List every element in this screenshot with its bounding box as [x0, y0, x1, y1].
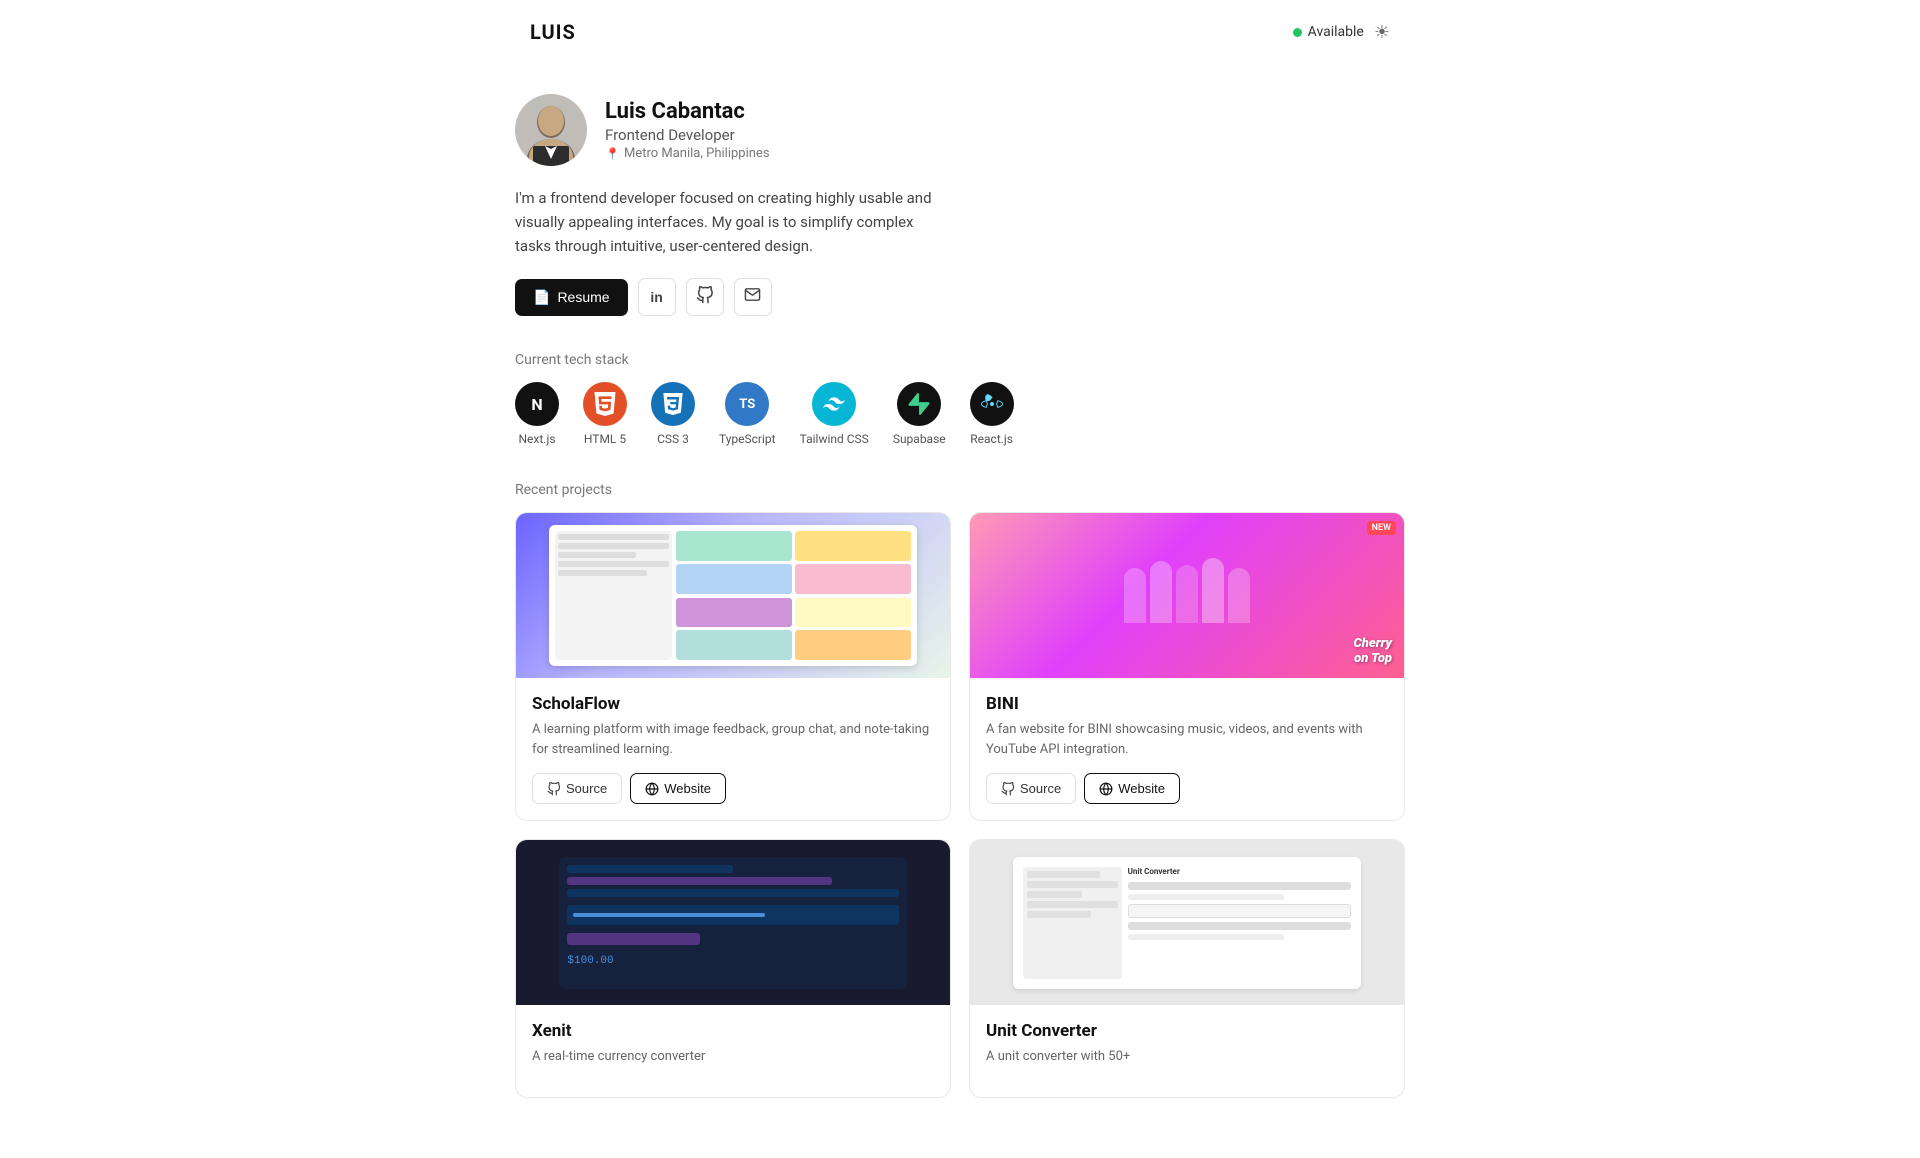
- nextjs-label: Next.js: [518, 432, 555, 446]
- css3-icon: [651, 382, 695, 426]
- css3-label: CSS 3: [657, 432, 689, 446]
- project-desc-unitconv: A unit converter with 50+: [986, 1047, 1388, 1067]
- document-icon: 📄: [533, 289, 550, 306]
- project-thumb-bini: Cherryon Top NEW: [970, 513, 1404, 678]
- project-body-bini: BINI A fan website for BINI showcasing m…: [970, 678, 1404, 820]
- tech-item-typescript: TS TypeScript: [719, 382, 776, 446]
- project-title-xenit: Xenit: [532, 1021, 934, 1041]
- projects-label: Recent projects: [515, 482, 1405, 498]
- github-button[interactable]: [686, 278, 724, 316]
- available-dot: [1293, 28, 1302, 37]
- bio-text: I'm a frontend developer focused on crea…: [515, 186, 935, 258]
- project-thumb-unitconv: Unit Converter: [970, 840, 1404, 1005]
- scholaflow-website-label: Website: [664, 781, 711, 796]
- profile-info: Luis Cabantac Frontend Developer 📍 Metro…: [605, 99, 770, 161]
- project-body-scholaflow: ScholaFlow A learning platform with imag…: [516, 678, 950, 820]
- action-row: 📄 Resume in: [515, 278, 1405, 316]
- availability-status: Available: [1293, 24, 1364, 40]
- github-small-icon: [547, 782, 561, 796]
- supabase-label: Supabase: [893, 432, 946, 446]
- project-desc-xenit: A real-time currency converter: [532, 1047, 934, 1067]
- reactjs-label: React.js: [970, 432, 1013, 446]
- theme-toggle-button[interactable]: ☀: [1374, 22, 1390, 43]
- supabase-icon: [897, 382, 941, 426]
- project-thumb-scholaflow: [516, 513, 950, 678]
- typescript-icon: TS: [725, 382, 769, 426]
- project-card-bini: Cherryon Top NEW BINI A fan website for …: [969, 512, 1405, 821]
- bini-source-label: Source: [1020, 781, 1061, 796]
- tech-stack-row: N Next.js HTML 5 CSS 3 TS: [515, 382, 1405, 446]
- project-card-xenit: $100.00 Xenit A real-time currency conve…: [515, 839, 951, 1098]
- availability-label: Available: [1308, 24, 1364, 40]
- tech-stack-label: Current tech stack: [515, 352, 1405, 368]
- resume-label: Resume: [557, 289, 609, 305]
- project-card-unitconv: Unit Converter Unit Converter A unit con…: [969, 839, 1405, 1098]
- email-button[interactable]: [734, 278, 772, 316]
- tech-item-css3: CSS 3: [651, 382, 695, 446]
- unitconv-content: Unit Converter: [1128, 867, 1351, 979]
- unitconv-inner: Unit Converter: [1013, 857, 1360, 989]
- thumb-left: [555, 531, 673, 659]
- project-card-scholaflow: ScholaFlow A learning platform with imag…: [515, 512, 951, 821]
- tech-stack-section: Current tech stack N Next.js HTML 5: [515, 352, 1405, 446]
- top-nav: LUIS Available ☀: [0, 0, 1920, 64]
- tailwind-icon: [812, 382, 856, 426]
- project-desc-bini: A fan website for BINI showcasing music,…: [986, 720, 1388, 759]
- profile-section: Luis Cabantac Frontend Developer 📍 Metro…: [515, 94, 1405, 166]
- tech-item-html5: HTML 5: [583, 382, 627, 446]
- github-icon: [696, 286, 714, 309]
- xenit-inner: $100.00: [559, 857, 906, 989]
- linkedin-button[interactable]: in: [638, 278, 676, 316]
- project-actions-bini: Source Website: [986, 773, 1388, 804]
- nextjs-icon: N: [515, 382, 559, 426]
- typescript-label: TypeScript: [719, 432, 776, 446]
- tech-item-nextjs: N Next.js: [515, 382, 559, 446]
- projects-grid: ScholaFlow A learning platform with imag…: [515, 512, 1405, 1098]
- resume-button[interactable]: 📄 Resume: [515, 279, 628, 316]
- project-title-unitconv: Unit Converter: [986, 1021, 1388, 1041]
- main-content: Luis Cabantac Frontend Developer 📍 Metro…: [495, 64, 1425, 1158]
- sun-icon: ☀: [1374, 22, 1390, 43]
- globe-icon2: [1099, 782, 1113, 796]
- email-icon: [744, 286, 761, 308]
- project-title-bini: BINI: [986, 694, 1388, 714]
- bini-badge: NEW: [1367, 521, 1396, 535]
- html5-icon: [583, 382, 627, 426]
- tech-item-tailwind: Tailwind CSS: [800, 382, 869, 446]
- html5-label: HTML 5: [584, 432, 626, 446]
- scholaflow-source-button[interactable]: Source: [532, 773, 622, 804]
- scholaflow-website-button[interactable]: Website: [630, 773, 726, 804]
- reactjs-icon: [970, 382, 1014, 426]
- logo: LUIS: [530, 20, 576, 44]
- location-pin-icon: 📍: [605, 147, 620, 161]
- project-body-xenit: Xenit A real-time currency converter: [516, 1005, 950, 1097]
- bini-website-button[interactable]: Website: [1084, 773, 1180, 804]
- scholaflow-source-label: Source: [566, 781, 607, 796]
- profile-location: 📍 Metro Manila, Philippines: [605, 146, 770, 161]
- tailwind-label: Tailwind CSS: [800, 432, 869, 446]
- project-desc-scholaflow: A learning platform with image feedback,…: [532, 720, 934, 759]
- thumb-right: [676, 531, 911, 659]
- avatar: [515, 94, 587, 166]
- profile-role: Frontend Developer: [605, 126, 770, 144]
- location-text: Metro Manila, Philippines: [624, 146, 770, 161]
- tech-item-supabase: Supabase: [893, 382, 946, 446]
- nav-right: Available ☀: [1293, 22, 1390, 43]
- profile-name: Luis Cabantac: [605, 99, 770, 124]
- github-small-icon2: [1001, 782, 1015, 796]
- projects-section: Recent projects: [515, 482, 1405, 1098]
- globe-icon: [645, 782, 659, 796]
- bini-source-button[interactable]: Source: [986, 773, 1076, 804]
- project-body-unitconv: Unit Converter A unit converter with 50+: [970, 1005, 1404, 1097]
- linkedin-icon: in: [650, 289, 662, 305]
- page-wrapper: LUIS Available ☀: [0, 0, 1920, 1158]
- project-actions-scholaflow: Source Website: [532, 773, 934, 804]
- project-thumb-xenit: $100.00: [516, 840, 950, 1005]
- thumb-inner: [549, 525, 918, 665]
- project-title-scholaflow: ScholaFlow: [532, 694, 934, 714]
- tech-item-reactjs: React.js: [970, 382, 1014, 446]
- unitconv-sidebar: [1023, 867, 1121, 979]
- bini-website-label: Website: [1118, 781, 1165, 796]
